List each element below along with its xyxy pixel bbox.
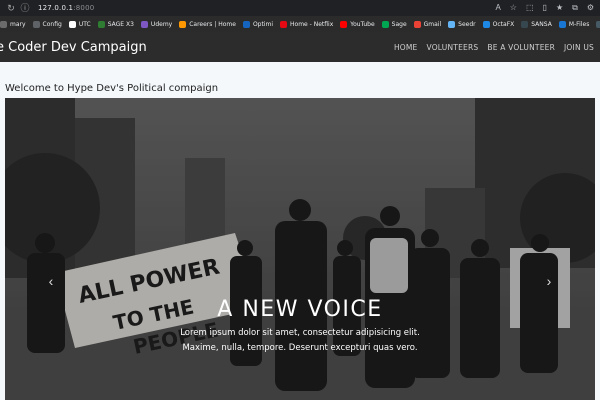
bookmark-favicon-icon xyxy=(413,20,421,28)
slide-text-line1: Lorem ipsum dolor sit amet, consectetur … xyxy=(180,328,420,338)
bookmark-favicon-icon xyxy=(140,20,148,28)
split-screen-icon[interactable]: ▯ xyxy=(543,3,547,13)
welcome-heading: Welcome to Hype Dev's Political compaign xyxy=(5,83,219,94)
slide-title: A NEW VOICE xyxy=(217,297,383,322)
bookmark-item[interactable]: Config xyxy=(32,20,62,28)
bookmark-item[interactable]: Optimi xyxy=(242,20,274,28)
nav-link-join-us[interactable]: JOIN US xyxy=(564,43,594,52)
extensions-icon[interactable]: ⬚ xyxy=(526,3,534,13)
site-navbar: e Coder Dev Campaign HOME VOLUNTEERS BE … xyxy=(0,32,600,62)
bookmark-label: Config xyxy=(42,20,62,28)
info-icon[interactable]: ⓘ xyxy=(20,3,30,13)
bookmark-item[interactable]: SANSA ServiceDesk xyxy=(596,20,600,28)
bookmark-item[interactable]: mary xyxy=(0,20,26,28)
bookmark-label: OctaFX xyxy=(492,20,515,28)
bookmark-item[interactable]: UTC xyxy=(68,20,91,28)
carousel-next-icon[interactable]: › xyxy=(541,273,557,289)
bookmark-item[interactable]: OctaFX xyxy=(482,20,515,28)
bookmarks-bar: mary Config UTC SAGE X3 Udemy Careers | Home O… xyxy=(0,16,600,32)
bookmark-label: M-Files xyxy=(568,20,590,28)
bookmark-item[interactable]: YouTube xyxy=(340,20,375,28)
bookmark-item[interactable]: Careers | Home xyxy=(179,20,236,28)
bookmark-favicon-icon xyxy=(448,20,456,28)
browser-tools: A ☆ ⬚ ▯ ★ ⧉ ⚙ xyxy=(495,3,594,13)
bookmark-favicon-icon xyxy=(97,20,105,28)
bookmark-label: UTC xyxy=(78,20,91,28)
bookmark-item[interactable]: SANSA xyxy=(521,20,552,28)
bookmark-item[interactable]: Home - Netflix xyxy=(280,20,334,28)
bookmark-item[interactable]: Udemy xyxy=(140,20,173,28)
browser-toolbar: ↻ ⓘ 127.0.0.1:8000 A ☆ ⬚ ▯ ★ ⧉ ⚙ xyxy=(0,0,600,16)
bookmark-favicon-icon xyxy=(558,20,566,28)
carousel-prev-icon[interactable]: ‹ xyxy=(43,273,59,289)
favorite-star-icon[interactable]: ☆ xyxy=(510,3,517,13)
favorites-icon[interactable]: ★ xyxy=(556,3,563,13)
address-bar[interactable]: 127.0.0.1:8000 xyxy=(38,4,94,12)
bookmark-label: SANSA xyxy=(531,20,552,28)
bookmark-favicon-icon xyxy=(68,20,76,28)
nav-link-home[interactable]: HOME xyxy=(394,43,418,52)
profile-icon[interactable]: ⚙ xyxy=(587,3,594,13)
bookmark-favicon-icon xyxy=(242,20,250,28)
bookmark-favicon-icon xyxy=(179,20,187,28)
bookmark-favicon-icon xyxy=(32,20,40,28)
bookmark-label: Optimi xyxy=(252,20,274,28)
bookmark-item[interactable]: SAGE X3 xyxy=(97,20,134,28)
bookmark-label: SAGE X3 xyxy=(107,20,134,28)
bookmark-item[interactable]: Sage xyxy=(381,20,407,28)
bookmark-favicon-icon xyxy=(0,20,7,28)
bookmark-favicon-icon xyxy=(340,20,348,28)
bookmark-favicon-icon xyxy=(280,20,288,28)
bookmark-item[interactable]: Seedr xyxy=(448,20,476,28)
bookmark-favicon-icon xyxy=(381,20,389,28)
site-brand[interactable]: e Coder Dev Campaign xyxy=(0,40,147,55)
bookmark-label: Seedr xyxy=(458,20,476,28)
bookmark-item[interactable]: Gmail xyxy=(413,20,442,28)
read-aloud-icon[interactable]: A xyxy=(495,3,500,13)
bookmark-label: Sage xyxy=(391,20,407,28)
bookmark-item[interactable]: M-Files xyxy=(558,20,590,28)
slide-caption: A NEW VOICE Lorem ipsum dolor sit amet, … xyxy=(5,297,595,356)
bookmark-favicon-icon xyxy=(521,20,529,28)
nav-menu: HOME VOLUNTEERS BE A VOLUNTEER JOIN US xyxy=(394,43,594,52)
bookmark-label: Careers | Home xyxy=(189,20,236,28)
nav-link-be-a-volunteer[interactable]: BE A VOLUNTEER xyxy=(487,43,555,52)
bookmark-label: Gmail xyxy=(423,20,442,28)
reload-icon[interactable]: ↻ xyxy=(6,3,16,13)
bookmark-label: mary xyxy=(10,20,26,28)
bookmark-label: Udemy xyxy=(150,20,173,28)
bookmark-favicon-icon xyxy=(482,20,490,28)
bookmark-favicon-icon xyxy=(596,20,600,28)
nav-link-volunteers[interactable]: VOLUNTEERS xyxy=(427,43,479,52)
address-host: 127.0.0.1 xyxy=(38,4,74,12)
collections-icon[interactable]: ⧉ xyxy=(572,3,578,13)
slide-text-line2: Maxime, nulla, tempore. Deserunt exceptu… xyxy=(182,343,418,353)
address-port: :8000 xyxy=(73,4,95,12)
bookmark-label: YouTube xyxy=(350,20,375,28)
hero-carousel: ALL POWER TO THE PEOPLE ‹ › A NEW VOICE … xyxy=(5,98,595,400)
bookmark-label: Home - Netflix xyxy=(290,20,334,28)
slide-text: Lorem ipsum dolor sit amet, consectetur … xyxy=(5,326,595,356)
